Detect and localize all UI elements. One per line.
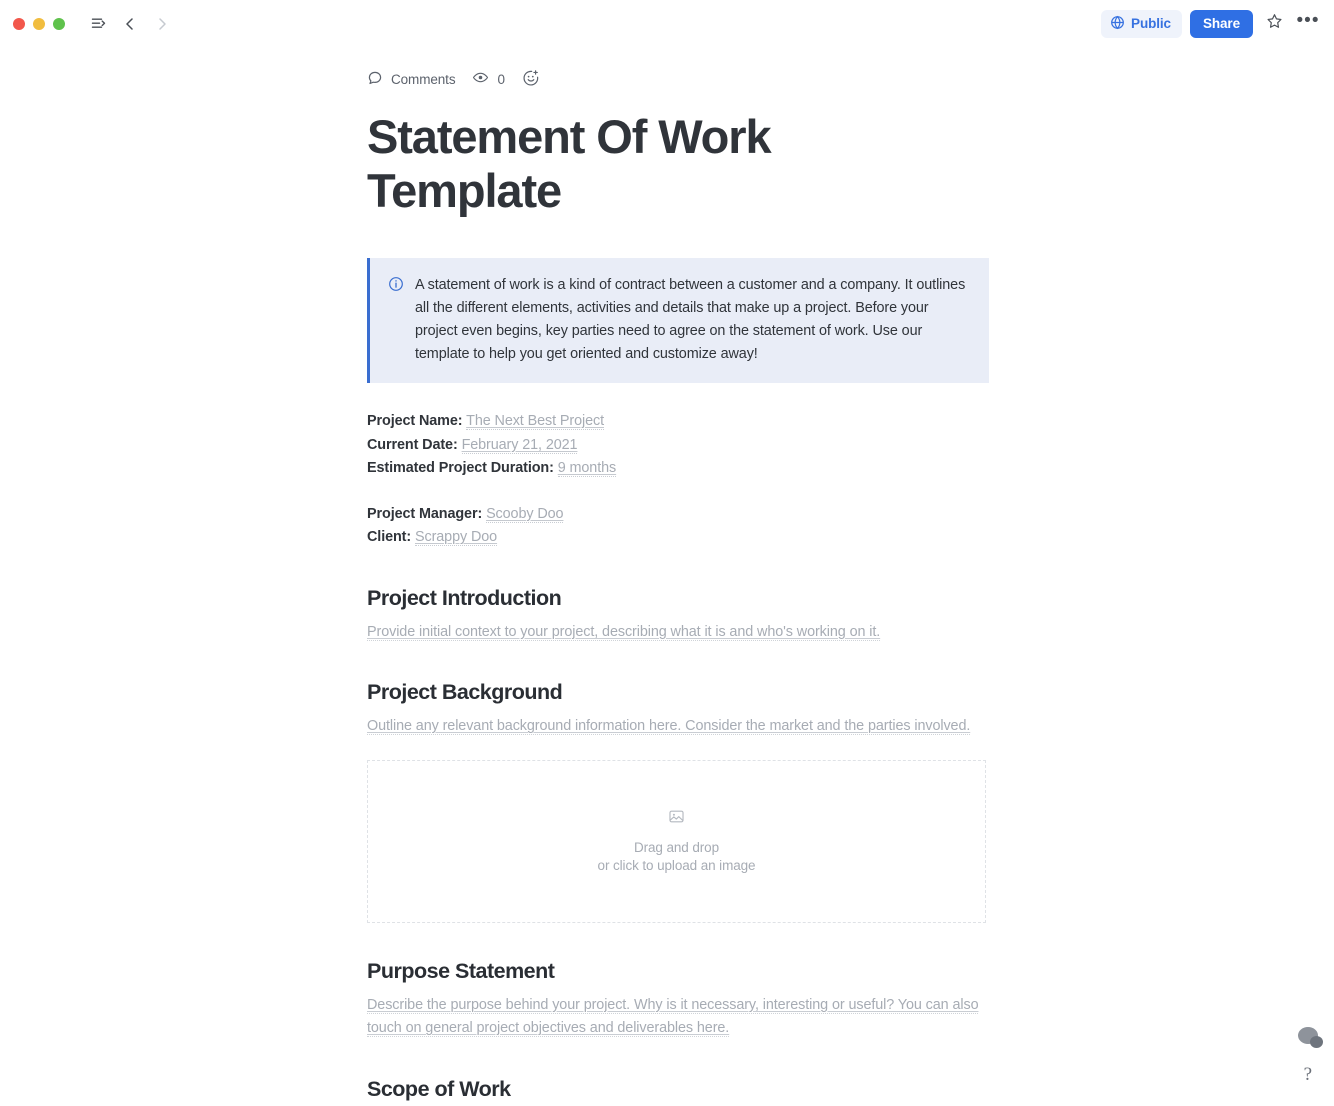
field-value[interactable]: February 21, 2021 [461, 436, 578, 454]
share-button-label: Share [1202, 16, 1240, 31]
chevron-left-icon[interactable] [115, 9, 145, 39]
public-chip-label: Public [1131, 16, 1171, 31]
page-title[interactable]: Statement Of Work Template [367, 110, 837, 218]
section-heading-project-introduction[interactable]: Project Introduction [367, 584, 987, 612]
favorite-star-button[interactable] [1261, 11, 1287, 37]
comments-label: Comments [391, 71, 456, 87]
section-body-text: Describe the purpose behind your project… [367, 996, 979, 1037]
field-client[interactable]: Client: Scrappy Doo [367, 526, 987, 550]
sidebar-expand-icon[interactable] [83, 9, 113, 39]
section-body-project-background[interactable]: Outline any relevant background informat… [367, 715, 987, 739]
project-fields-group-people: Project Manager: Scooby Doo Client: Scra… [367, 503, 987, 550]
field-label: Client: [367, 529, 412, 545]
document-content: Comments 0 Statement Of Work Template A … [367, 47, 989, 1106]
field-label: Estimated Project Duration: [367, 460, 554, 476]
callout-text: A statement of work is a kind of contrac… [415, 277, 966, 362]
add-reaction-button[interactable] [522, 69, 540, 90]
title-bar-actions: Public Share ••• [1101, 7, 1321, 40]
dropzone-line-2: or click to upload an image [597, 857, 756, 873]
field-value[interactable]: 9 months [557, 460, 616, 477]
section-heading-scope-of-work[interactable]: Scope of Work [367, 1075, 987, 1103]
chevron-right-icon[interactable] [147, 9, 177, 39]
field-current-date[interactable]: Current Date: February 21, 2021 [367, 434, 987, 458]
app-window: Public Share ••• Comments 0 Statement Of… [0, 0, 1334, 1106]
minimize-window-button[interactable] [33, 17, 45, 30]
field-project-manager[interactable]: Project Manager: Scooby Doo [367, 503, 987, 527]
view-count-value: 0 [497, 71, 505, 87]
dropzone-line-1: Drag and drop [633, 839, 719, 855]
ellipsis-icon: ••• [1296, 9, 1320, 31]
section-heading-purpose-statement[interactable]: Purpose Statement [367, 957, 987, 985]
star-outline-icon [1266, 13, 1283, 35]
eye-icon [472, 69, 489, 89]
field-label: Current Date: [367, 436, 458, 453]
field-value[interactable]: Scrappy Doo [414, 529, 497, 546]
comments-button[interactable]: Comments [367, 70, 456, 89]
share-button[interactable]: Share [1189, 9, 1253, 38]
field-label: Project Manager: [367, 505, 483, 522]
title-bar: Public Share ••• [0, 0, 1334, 47]
comment-bubble-icon [367, 70, 383, 89]
field-value[interactable]: The Next Best Project [466, 413, 604, 430]
project-fields-group-primary: Project Name: The Next Best Project Curr… [367, 410, 987, 481]
field-estimated-duration[interactable]: Estimated Project Duration: 9 months [367, 457, 987, 481]
public-visibility-chip[interactable]: Public [1101, 9, 1182, 38]
dropzone-text: Drag and drop or click to upload an imag… [598, 839, 756, 875]
section-body-text: Outline any relevant background informat… [367, 718, 971, 735]
image-placeholder-icon [668, 808, 685, 830]
close-window-button[interactable] [13, 17, 25, 30]
info-circle-icon [388, 276, 404, 297]
help-button[interactable]: ? [1304, 1064, 1312, 1086]
view-count[interactable]: 0 [472, 69, 505, 89]
document-scroll-area[interactable]: Comments 0 Statement Of Work Template A … [0, 47, 1334, 1106]
emoji-add-icon [522, 69, 540, 90]
section-body-text: Provide initial context to your project,… [367, 623, 881, 641]
info-callout[interactable]: A statement of work is a kind of contrac… [367, 258, 989, 383]
maximize-window-button[interactable] [53, 17, 65, 30]
field-value[interactable]: Scooby Doo [486, 505, 564, 523]
field-project-name[interactable]: Project Name: The Next Best Project [367, 410, 987, 434]
traffic-light-controls [13, 17, 65, 30]
globe-icon [1110, 15, 1125, 33]
navigation-controls [83, 9, 177, 39]
section-heading-project-background[interactable]: Project Background [367, 678, 987, 706]
document-meta-bar: Comments 0 [367, 47, 987, 92]
image-upload-dropzone[interactable]: Drag and drop or click to upload an imag… [367, 759, 986, 923]
chat-blob-icon[interactable] [1298, 1027, 1323, 1048]
section-body-project-introduction[interactable]: Provide initial context to your project,… [367, 621, 987, 645]
more-options-button[interactable]: ••• [1295, 7, 1321, 40]
section-body-purpose-statement[interactable]: Describe the purpose behind your project… [367, 994, 987, 1041]
field-label: Project Name: [367, 413, 463, 429]
